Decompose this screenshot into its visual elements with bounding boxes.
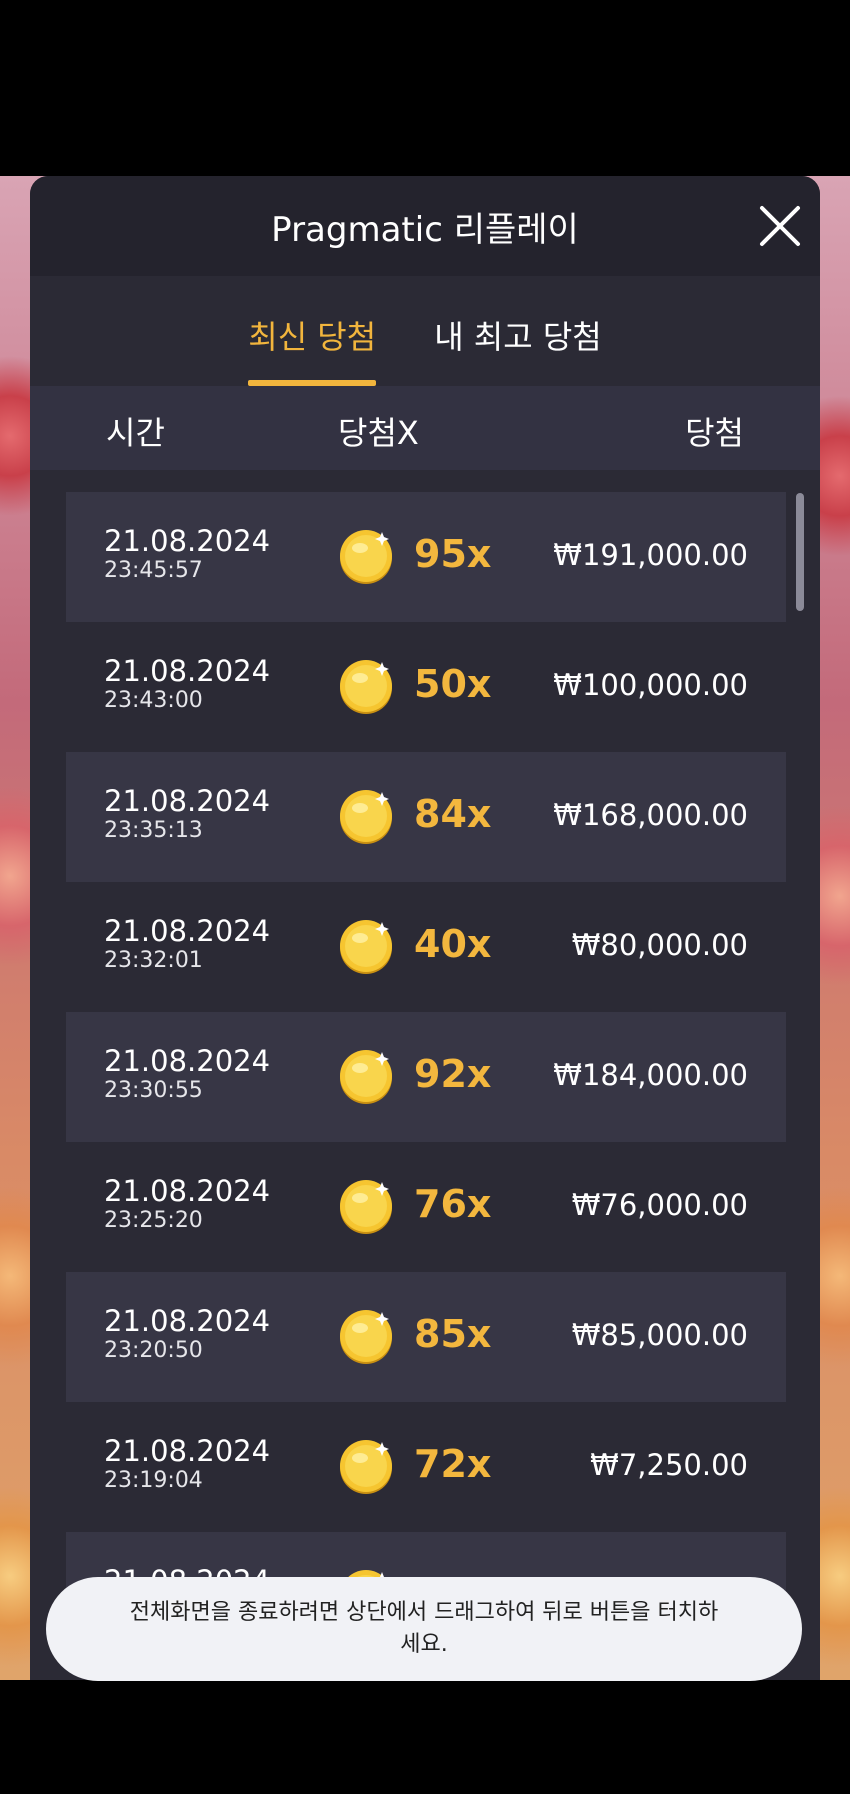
column-header: 시간 당첨X 당첨 [30, 386, 820, 470]
bottom-black-bar [0, 1680, 850, 1794]
row-date: 21.08.2024 [104, 914, 271, 948]
row-time: 23:45:57 [104, 558, 203, 583]
gold-coin-icon [340, 660, 392, 714]
close-icon[interactable] [756, 202, 804, 250]
row-time: 23:30:55 [104, 1078, 203, 1103]
fullscreen-exit-toast: 전체화면을 종료하려면 상단에서 드래그하여 뒤로 버튼을 터치하세요. [46, 1577, 802, 1681]
list-item[interactable]: 21.08.2024 23:25:20 76x ₩76,000.00 [66, 1142, 786, 1272]
win-list[interactable]: 21.08.2024 23:45:57 95x ₩191,000.00 21.0… [30, 472, 820, 1672]
row-date: 21.08.2024 [104, 1044, 271, 1078]
gold-coin-icon [340, 1310, 392, 1364]
row-multiplier: 72x [414, 1442, 492, 1486]
row-date: 21.08.2024 [104, 1434, 271, 1468]
row-multiplier: 84x [414, 792, 492, 836]
tab-my-best-wins[interactable]: 내 최고 당첨 [434, 312, 602, 382]
row-amount: ₩184,000.00 [553, 1058, 748, 1092]
column-multiplier: 당첨X [338, 414, 419, 452]
row-amount: ₩191,000.00 [553, 538, 748, 572]
row-amount: ₩80,000.00 [571, 928, 748, 962]
row-date: 21.08.2024 [104, 654, 271, 688]
tab-latest-wins[interactable]: 최신 당첨 [248, 312, 376, 386]
row-multiplier: 50x [414, 662, 492, 706]
row-time: 23:43:00 [104, 688, 203, 713]
row-date: 21.08.2024 [104, 524, 271, 558]
column-win: 당첨 [685, 414, 744, 452]
modal-header: Pragmatic 리플레이 [30, 176, 820, 276]
list-item[interactable]: 21.08.2024 23:19:04 72x ₩7,250.00 [66, 1402, 786, 1532]
list-item[interactable]: 21.08.2024 23:45:57 95x ₩191,000.00 [66, 492, 786, 622]
tab-bar: 최신 당첨 내 최고 당첨 [30, 276, 820, 386]
row-date: 21.08.2024 [104, 784, 271, 818]
row-time: 23:20:50 [104, 1338, 203, 1363]
row-multiplier: 85x [414, 1312, 492, 1356]
row-multiplier: 92x [414, 1052, 492, 1096]
gold-coin-icon [340, 920, 392, 974]
list-item[interactable]: 21.08.2024 23:43:00 50x ₩100,000.00 [66, 622, 786, 752]
row-amount: ₩85,000.00 [571, 1318, 748, 1352]
gold-coin-icon [340, 530, 392, 584]
row-time: 23:35:13 [104, 818, 203, 843]
row-multiplier: 76x [414, 1182, 492, 1226]
list-item[interactable]: 21.08.2024 23:32:01 40x ₩80,000.00 [66, 882, 786, 1012]
gold-coin-icon [340, 1050, 392, 1104]
row-multiplier: 40x [414, 922, 492, 966]
row-amount: ₩168,000.00 [553, 798, 748, 832]
list-item[interactable]: 21.08.2024 23:35:13 84x ₩168,000.00 [66, 752, 786, 882]
row-amount: ₩7,250.00 [590, 1448, 748, 1482]
toast-text: 전체화면을 종료하려면 상단에서 드래그하여 뒤로 버튼을 터치하세요. [129, 1600, 719, 1657]
gold-coin-icon [340, 1180, 392, 1234]
replay-modal: Pragmatic 리플레이 최신 당첨 내 최고 당첨 시간 당첨X 당첨 2… [30, 176, 820, 1680]
row-date: 21.08.2024 [104, 1304, 271, 1338]
row-amount: ₩100,000.00 [553, 668, 748, 702]
row-time: 23:19:04 [104, 1468, 203, 1493]
row-time: 23:25:20 [104, 1208, 203, 1233]
modal-title: Pragmatic 리플레이 [271, 209, 579, 250]
gold-coin-icon [340, 790, 392, 844]
row-amount: ₩76,000.00 [571, 1188, 748, 1222]
list-item[interactable]: 21.08.2024 23:20:50 85x ₩85,000.00 [66, 1272, 786, 1402]
row-multiplier: 95x [414, 532, 492, 576]
row-time: 23:32:01 [104, 948, 203, 973]
row-date: 21.08.2024 [104, 1174, 271, 1208]
gold-coin-icon [340, 1440, 392, 1494]
scrollbar[interactable] [796, 493, 804, 611]
column-time: 시간 [106, 414, 165, 452]
top-black-bar [0, 0, 850, 176]
list-item[interactable]: 21.08.2024 23:30:55 92x ₩184,000.00 [66, 1012, 786, 1142]
